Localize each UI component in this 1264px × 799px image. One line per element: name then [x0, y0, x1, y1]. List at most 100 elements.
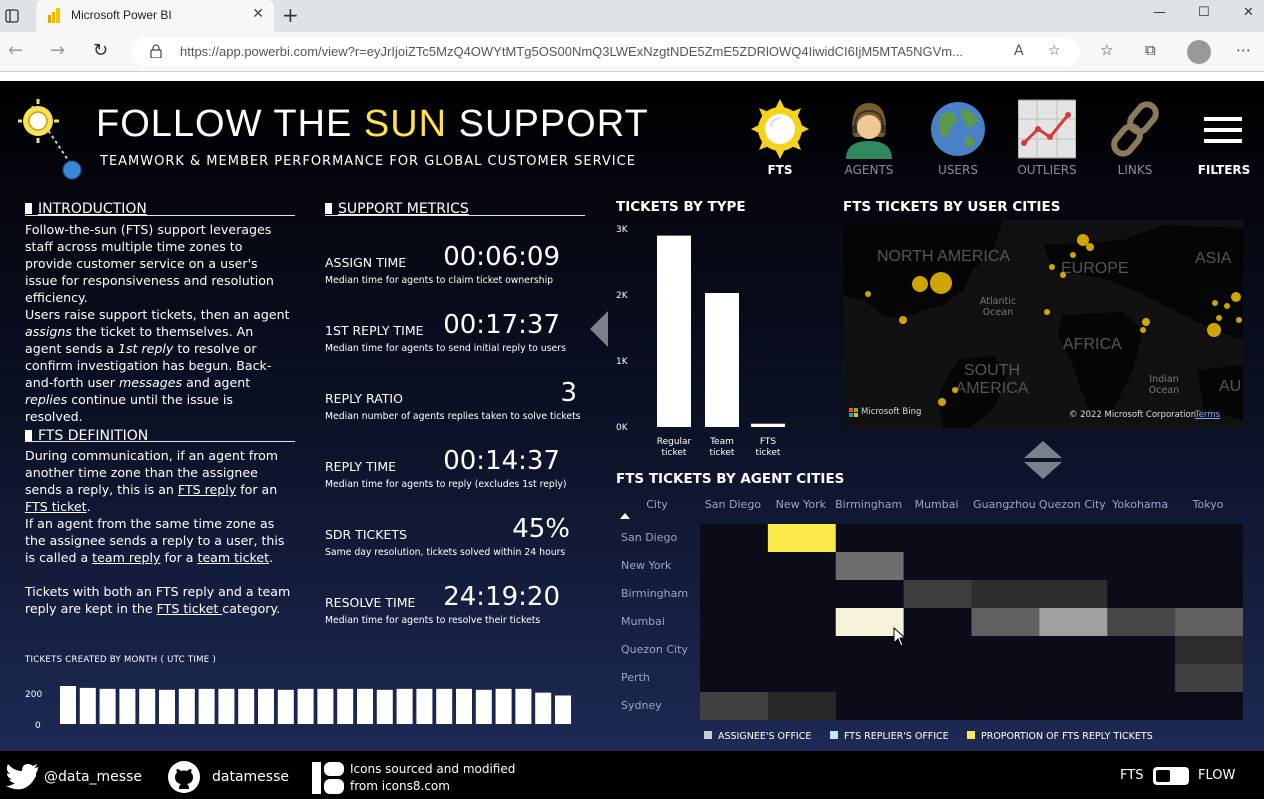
- heatmap-cell[interactable]: [1175, 692, 1244, 721]
- close-tab-icon[interactable]: ✕: [252, 6, 264, 22]
- heatmap-cell[interactable]: [1175, 552, 1244, 581]
- month-bar[interactable]: [178, 688, 195, 724]
- read-aloud-icon[interactable]: A: [1014, 43, 1024, 59]
- nav-agents[interactable]: AGENTS: [834, 99, 904, 179]
- maximize-icon[interactable]: ☐: [1198, 5, 1210, 20]
- month-bar[interactable]: [99, 688, 116, 724]
- twitter-icon[interactable]: [6, 764, 38, 790]
- month-bar[interactable]: [238, 688, 255, 724]
- icons8-logo-icon[interactable]: [312, 762, 344, 794]
- heatmap-cell[interactable]: [903, 664, 972, 693]
- heatmap-cell[interactable]: [1107, 524, 1176, 553]
- heatmap-cell[interactable]: [700, 692, 769, 721]
- heatmap-cell[interactable]: [971, 524, 1040, 553]
- scroll-up-down-icon[interactable]: [1024, 441, 1062, 479]
- type-bar[interactable]: [657, 235, 691, 427]
- heatmap-cell[interactable]: [1039, 580, 1108, 609]
- month-bar[interactable]: [317, 688, 334, 724]
- browser-tab[interactable]: Microsoft Power BI ✕: [36, 0, 274, 32]
- heatmap-cell[interactable]: [1039, 608, 1108, 637]
- month-bar[interactable]: [396, 688, 413, 724]
- month-bar[interactable]: [337, 688, 354, 724]
- heatmap-cell[interactable]: [903, 636, 972, 665]
- month-bar[interactable]: [475, 689, 492, 724]
- month-bar[interactable]: [159, 689, 175, 724]
- sort-ascending-icon[interactable]: [620, 513, 630, 519]
- heatmap-cell[interactable]: [767, 636, 837, 665]
- favorites-icon[interactable]: ☆: [1100, 41, 1113, 59]
- nav-users[interactable]: USERS: [923, 99, 993, 179]
- heatmap-cell[interactable]: [971, 664, 1040, 693]
- heatmap-cell[interactable]: [767, 580, 837, 609]
- heatmap-cell[interactable]: [1107, 580, 1176, 609]
- month-bar[interactable]: [297, 688, 314, 724]
- heatmap-cell[interactable]: [1039, 552, 1108, 581]
- heatmap-cell[interactable]: [835, 692, 905, 721]
- heatmap-cell[interactable]: [1107, 664, 1176, 693]
- month-bar[interactable]: [357, 688, 373, 724]
- more-menu-icon[interactable]: ⋯: [1236, 41, 1251, 59]
- month-bar[interactable]: [376, 689, 393, 724]
- month-bar[interactable]: [495, 688, 512, 724]
- heatmap-cell[interactable]: [1039, 664, 1108, 693]
- month-bar[interactable]: [436, 688, 453, 724]
- profile-avatar[interactable]: [1187, 40, 1211, 64]
- heatmap-cell[interactable]: [700, 608, 769, 637]
- heatmap-cell[interactable]: [700, 664, 769, 693]
- heatmap-cell[interactable]: [700, 580, 769, 609]
- github-icon[interactable]: [168, 761, 200, 793]
- heatmap-cell[interactable]: [835, 580, 905, 609]
- heatmap-cell[interactable]: [1107, 608, 1176, 637]
- close-window-icon[interactable]: ✕: [1243, 5, 1254, 20]
- heatmap-cell[interactable]: [971, 608, 1040, 637]
- heatmap-cell[interactable]: [1039, 636, 1108, 665]
- month-bar[interactable]: [555, 695, 571, 725]
- month-bar[interactable]: [139, 688, 156, 724]
- heatmap-cell[interactable]: [1107, 552, 1176, 581]
- nav-filters[interactable]: FILTERS: [1189, 99, 1259, 179]
- collapse-left-arrow-icon[interactable]: [590, 311, 610, 347]
- forward-icon[interactable]: →: [50, 40, 65, 61]
- month-bar[interactable]: [535, 692, 552, 724]
- heatmap-cell[interactable]: [835, 524, 905, 553]
- map-terms-link[interactable]: Terms: [1195, 410, 1220, 420]
- heatmap-cell[interactable]: [1175, 580, 1244, 609]
- heatmap-cell[interactable]: [700, 552, 769, 581]
- heatmap-cell[interactable]: [903, 608, 972, 637]
- heatmap-cell[interactable]: [1107, 692, 1176, 721]
- heatmap-cell[interactable]: [700, 524, 769, 553]
- fts-flow-toggle[interactable]: [1153, 767, 1189, 785]
- new-tab-icon[interactable]: +: [282, 3, 299, 27]
- nav-fts[interactable]: FTS: [745, 99, 815, 179]
- heatmap-cell[interactable]: [835, 552, 905, 581]
- heatmap-cell[interactable]: [971, 692, 1040, 721]
- heatmap-cell[interactable]: [767, 608, 837, 637]
- type-bar[interactable]: [705, 293, 739, 427]
- heatmap-cell[interactable]: [1107, 636, 1176, 665]
- type-bar[interactable]: [751, 423, 785, 427]
- heatmap-cell[interactable]: [1039, 524, 1108, 553]
- nav-outliers[interactable]: OUTLIERS: [1012, 99, 1082, 179]
- month-bar[interactable]: [277, 689, 294, 724]
- user-cities-map[interactable]: NORTH AMERICA EUROPE ASIA AFRICA SOUTH A…: [843, 220, 1243, 428]
- github-handle[interactable]: datamesse: [212, 769, 289, 785]
- add-favorite-icon[interactable]: ☆: [1048, 43, 1061, 59]
- month-bar[interactable]: [79, 687, 96, 724]
- month-bar[interactable]: [218, 688, 235, 724]
- month-bar[interactable]: [60, 686, 76, 724]
- month-bar[interactable]: [198, 688, 215, 724]
- heatmap-cell[interactable]: [767, 552, 837, 581]
- heatmap-cell[interactable]: [1175, 636, 1244, 665]
- heatmap-cell[interactable]: [767, 664, 837, 693]
- heatmap-cell[interactable]: [903, 524, 972, 553]
- month-bar[interactable]: [119, 688, 136, 724]
- heatmap-cell[interactable]: [1175, 524, 1244, 553]
- month-bar[interactable]: [416, 688, 433, 724]
- heatmap-cell[interactable]: [903, 692, 972, 721]
- tab-actions-icon[interactable]: [5, 9, 19, 23]
- heatmap-cell[interactable]: [1039, 692, 1108, 721]
- twitter-handle[interactable]: @data_messe: [44, 769, 142, 785]
- heatmap-cell[interactable]: [767, 692, 837, 721]
- heatmap-cell[interactable]: [1175, 608, 1244, 637]
- heatmap-cell[interactable]: [971, 580, 1040, 609]
